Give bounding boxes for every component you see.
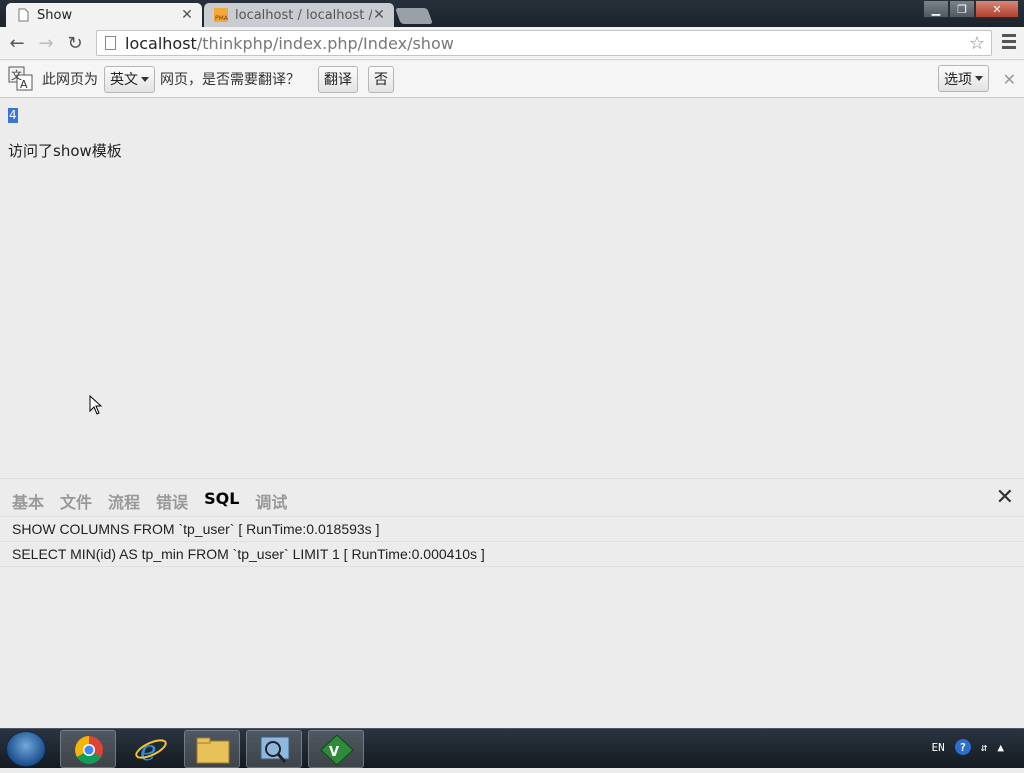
language-label: 英文 bbox=[110, 72, 138, 88]
system-tray: EN ? ⇵ ▲ bbox=[932, 739, 1004, 755]
options-button[interactable]: 选项 bbox=[938, 65, 989, 92]
tab-title: localhost / localhost / tl bbox=[235, 7, 372, 23]
tab-title: Show bbox=[37, 7, 73, 23]
trace-tab-flow[interactable]: 流程 bbox=[108, 489, 140, 513]
taskbar-vim[interactable]: V bbox=[308, 730, 364, 768]
close-window-button[interactable]: ✕ bbox=[975, 0, 1019, 18]
taskbar-chrome[interactable] bbox=[60, 730, 116, 768]
taskbar-ie[interactable]: e bbox=[123, 730, 179, 768]
chrome-icon bbox=[75, 736, 103, 764]
visited-message: 访问了show模板 bbox=[8, 142, 122, 160]
options-label: 选项 bbox=[944, 71, 972, 88]
explorer-icon bbox=[196, 737, 230, 764]
taskbar-explorer[interactable] bbox=[184, 730, 240, 768]
trace-tabs: 基本 文件 流程 错误 SQL 调试 bbox=[12, 489, 287, 513]
svg-text:A: A bbox=[20, 78, 28, 91]
taskbar: e V EN ? ⇵ ▲ bbox=[0, 728, 1024, 768]
close-infobar-icon[interactable]: ✕ bbox=[1003, 70, 1016, 89]
start-button[interactable] bbox=[6, 731, 46, 767]
no-button-label: 否 bbox=[374, 72, 388, 88]
reload-icon[interactable]: ↻ bbox=[63, 32, 87, 54]
trace-tab-errors[interactable]: 错误 bbox=[156, 489, 188, 513]
page-icon bbox=[105, 36, 116, 50]
trace-tab-files[interactable]: 文件 bbox=[60, 489, 92, 513]
no-translate-button[interactable]: 否 bbox=[368, 65, 394, 93]
ie-icon: e bbox=[135, 734, 167, 767]
trace-tab-sql[interactable]: SQL bbox=[204, 489, 239, 513]
vim-icon: V bbox=[320, 734, 354, 766]
svg-text:V: V bbox=[329, 745, 339, 760]
back-arrow-icon[interactable]: ← bbox=[5, 32, 29, 54]
address-bar[interactable]: localhost/thinkphp/index.php/Index/show … bbox=[96, 30, 992, 56]
selected-number: 4 bbox=[8, 108, 18, 123]
translate-icon: 文 A bbox=[8, 66, 33, 91]
trace-panel: 基本 文件 流程 错误 SQL 调试 ✕ SHOW COLUMNS FROM `… bbox=[0, 478, 1024, 728]
page-content: 4 访问了show模板 bbox=[0, 98, 1024, 478]
new-tab-button[interactable] bbox=[395, 8, 433, 24]
url-host: localhost bbox=[125, 33, 197, 53]
phpmyadmin-icon: PMA bbox=[214, 8, 228, 22]
sql-line: SELECT MIN(id) AS tp_min FROM `tp_user` … bbox=[0, 542, 1024, 567]
trace-tab-basic[interactable]: 基本 bbox=[12, 489, 44, 513]
tab-close-icon[interactable]: ✕ bbox=[372, 7, 386, 23]
title-bar: Show ✕ PMA localhost / localhost / tl ✕ … bbox=[0, 0, 1024, 27]
window-controls: ▁ ❐ ✕ bbox=[923, 0, 1019, 18]
chevron-down-icon bbox=[141, 76, 149, 82]
minimize-button[interactable]: ▁ bbox=[923, 0, 949, 18]
translate-button[interactable]: 翻译 bbox=[318, 65, 358, 93]
tab-phpmyadmin[interactable]: PMA localhost / localhost / tl ✕ bbox=[204, 3, 394, 27]
translate-button-label: 翻译 bbox=[324, 72, 352, 88]
menu-icon[interactable] bbox=[1002, 34, 1016, 52]
translate-question: 网页，是否需要翻译？ bbox=[160, 72, 300, 88]
tab-close-icon[interactable]: ✕ bbox=[180, 7, 194, 23]
browser-toolbar: ← → ↻ localhost/thinkphp/index.php/Index… bbox=[0, 27, 1024, 60]
trace-tab-debug[interactable]: 调试 bbox=[255, 489, 287, 513]
sql-line: SHOW COLUMNS FROM `tp_user` [ RunTime:0.… bbox=[0, 517, 1024, 542]
bookmark-star-icon[interactable]: ☆ bbox=[969, 33, 985, 54]
taskbar-magnifier[interactable] bbox=[246, 730, 302, 768]
forward-arrow-icon[interactable]: → bbox=[34, 32, 58, 54]
svg-text:PMA: PMA bbox=[215, 15, 228, 22]
help-icon[interactable]: ? bbox=[954, 739, 971, 755]
translate-infobar: 文 A 此网页为 英文 网页，是否需要翻译？ 翻译 否 选项 ✕ bbox=[0, 61, 1024, 98]
show-hidden-icons-icon[interactable]: ▲ bbox=[997, 741, 1004, 754]
language-select[interactable]: 英文 bbox=[104, 65, 155, 93]
page-icon bbox=[18, 8, 29, 22]
network-icon[interactable]: ⇵ bbox=[981, 741, 988, 754]
url-path: /thinkphp/index.php/Index/show bbox=[196, 33, 454, 53]
chevron-down-icon bbox=[975, 76, 983, 81]
restore-button[interactable]: ❐ bbox=[949, 0, 975, 18]
translate-prefix: 此网页为 bbox=[42, 72, 98, 88]
svg-text:e: e bbox=[140, 734, 157, 767]
trace-close-icon[interactable]: ✕ bbox=[996, 485, 1014, 510]
magnifier-icon bbox=[260, 736, 290, 763]
language-indicator[interactable]: EN bbox=[932, 741, 945, 754]
mouse-cursor-icon bbox=[89, 395, 103, 415]
tab-show[interactable]: Show ✕ bbox=[6, 3, 202, 27]
